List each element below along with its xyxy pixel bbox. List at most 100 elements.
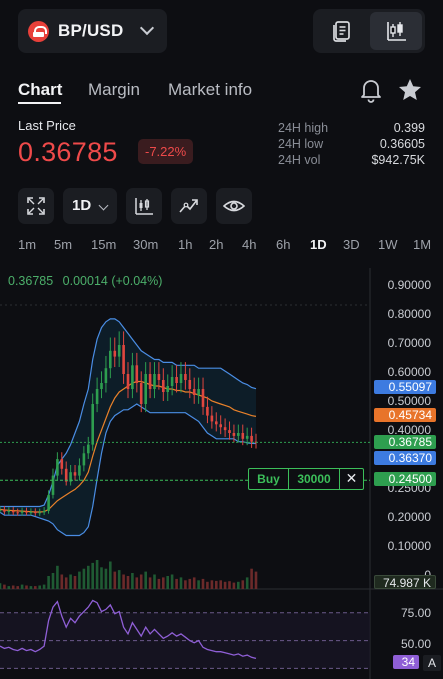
interval-1h[interactable]: 1h: [178, 237, 192, 252]
volume-bar: [109, 561, 112, 589]
interval-1m[interactable]: 1M: [413, 237, 431, 252]
interval-30m[interactable]: 30m: [133, 237, 158, 252]
candle-body: [122, 345, 125, 374]
visibility-button[interactable]: [216, 188, 252, 224]
drawing-button[interactable]: [171, 188, 207, 224]
candle-body: [192, 389, 196, 395]
tab-market-info[interactable]: Market info: [168, 80, 252, 100]
pair-name: BP/USD: [58, 21, 124, 40]
candle-body: [197, 389, 200, 395]
candle-body: [245, 435, 249, 439]
volume-bar: [16, 586, 19, 589]
last-price-label: Last Price: [18, 118, 76, 133]
volume-bar: [82, 568, 86, 589]
price-tag: 0.45734: [374, 408, 436, 422]
candle-body: [166, 386, 169, 392]
interval-1m[interactable]: 1m: [18, 237, 36, 252]
tab-active-indicator: [18, 102, 61, 104]
tab-margin[interactable]: Margin: [88, 80, 140, 100]
order-side-label[interactable]: Buy: [249, 469, 289, 489]
interval-15m[interactable]: 15m: [91, 237, 116, 252]
volume-bar: [126, 576, 130, 590]
volume-bar: [201, 578, 205, 589]
legend-price: 0.36785: [8, 274, 54, 288]
tab-chart[interactable]: Chart: [18, 80, 62, 100]
candle-body: [3, 510, 6, 512]
candle-body: [87, 444, 90, 454]
interval-1w[interactable]: 1W: [378, 237, 398, 252]
candle-body: [38, 512, 41, 514]
volume-bar: [113, 571, 117, 589]
volume-tag: 74.987 K: [374, 575, 436, 590]
volume-bar: [3, 584, 6, 589]
volume-bar: [73, 576, 77, 590]
volume-bar: [135, 577, 139, 589]
interval-1d[interactable]: 1D: [310, 237, 327, 252]
candles-view-button[interactable]: [370, 12, 422, 50]
candle-body: [82, 453, 86, 466]
pair-selector[interactable]: BP/USD: [18, 9, 167, 53]
volume-bar: [237, 581, 240, 590]
price-axis-label: 0.70000: [387, 336, 431, 350]
candle-body: [175, 377, 178, 383]
candle-body: [11, 510, 15, 513]
candle-body: [16, 512, 19, 514]
interval-dropdown[interactable]: 1D: [63, 188, 117, 224]
candle-body: [126, 374, 130, 389]
interval-3d[interactable]: 3D: [343, 237, 360, 252]
indicators-icon: [135, 198, 153, 215]
price-axis-label: 0.10000: [387, 539, 431, 553]
volume-bar: [91, 562, 94, 589]
volume-bar: [245, 577, 249, 589]
orderbook-icon: [333, 21, 350, 42]
price-axis-label: 0.50000: [387, 394, 431, 408]
candle-body: [109, 350, 112, 369]
interval-5m[interactable]: 5m: [54, 237, 72, 252]
interval-6h[interactable]: 6h: [276, 237, 290, 252]
candle-body: [42, 510, 46, 513]
volume-bar: [166, 576, 169, 590]
candle-body: [201, 389, 205, 407]
volume-bar: [0, 583, 2, 589]
candle-body: [184, 374, 187, 380]
order-line[interactable]: Buy 30000 ✕: [248, 468, 364, 490]
close-icon[interactable]: ✕: [340, 469, 363, 489]
interval-dropdown-value: 1D: [72, 197, 92, 214]
candle-body: [188, 380, 192, 389]
candle-body: [25, 511, 28, 513]
volume-bar: [170, 574, 174, 589]
candle-body: [100, 383, 103, 389]
candle-body: [153, 374, 156, 389]
candle-body: [206, 406, 209, 416]
candle-body: [104, 368, 108, 383]
rsi-value-tag: 34: [393, 655, 419, 669]
candle-body: [210, 415, 214, 422]
interval-2h[interactable]: 2h: [209, 237, 223, 252]
orderbook-view-button[interactable]: [316, 12, 368, 50]
candle-body: [7, 510, 11, 512]
fullscreen-button[interactable]: [18, 188, 54, 224]
volume-bar: [11, 585, 15, 589]
bell-icon[interactable]: [358, 77, 384, 103]
volume-bar: [51, 573, 55, 589]
indicators-button[interactable]: [126, 188, 162, 224]
candle-body: [157, 374, 161, 380]
interval-4h[interactable]: 4h: [242, 237, 256, 252]
candle-body: [64, 468, 68, 482]
volume-bar: [254, 571, 258, 589]
star-icon[interactable]: [397, 77, 423, 103]
volume-bar: [188, 578, 192, 589]
fullscreen-icon: [27, 197, 45, 215]
volume-bar: [7, 586, 11, 589]
auto-scale-button[interactable]: A: [423, 655, 441, 671]
rsi-axis-75: 75.00: [400, 606, 431, 620]
order-quantity[interactable]: 30000: [289, 469, 340, 489]
chevron-down-icon: [98, 200, 109, 211]
candle-body: [135, 365, 139, 383]
volume-bar: [215, 580, 218, 589]
price-axis-label: 0.20000: [387, 510, 431, 524]
volume-bar: [87, 565, 90, 589]
volume-bar: [241, 580, 245, 589]
volume-bar: [34, 586, 37, 589]
chevron-down-icon: [139, 20, 155, 36]
